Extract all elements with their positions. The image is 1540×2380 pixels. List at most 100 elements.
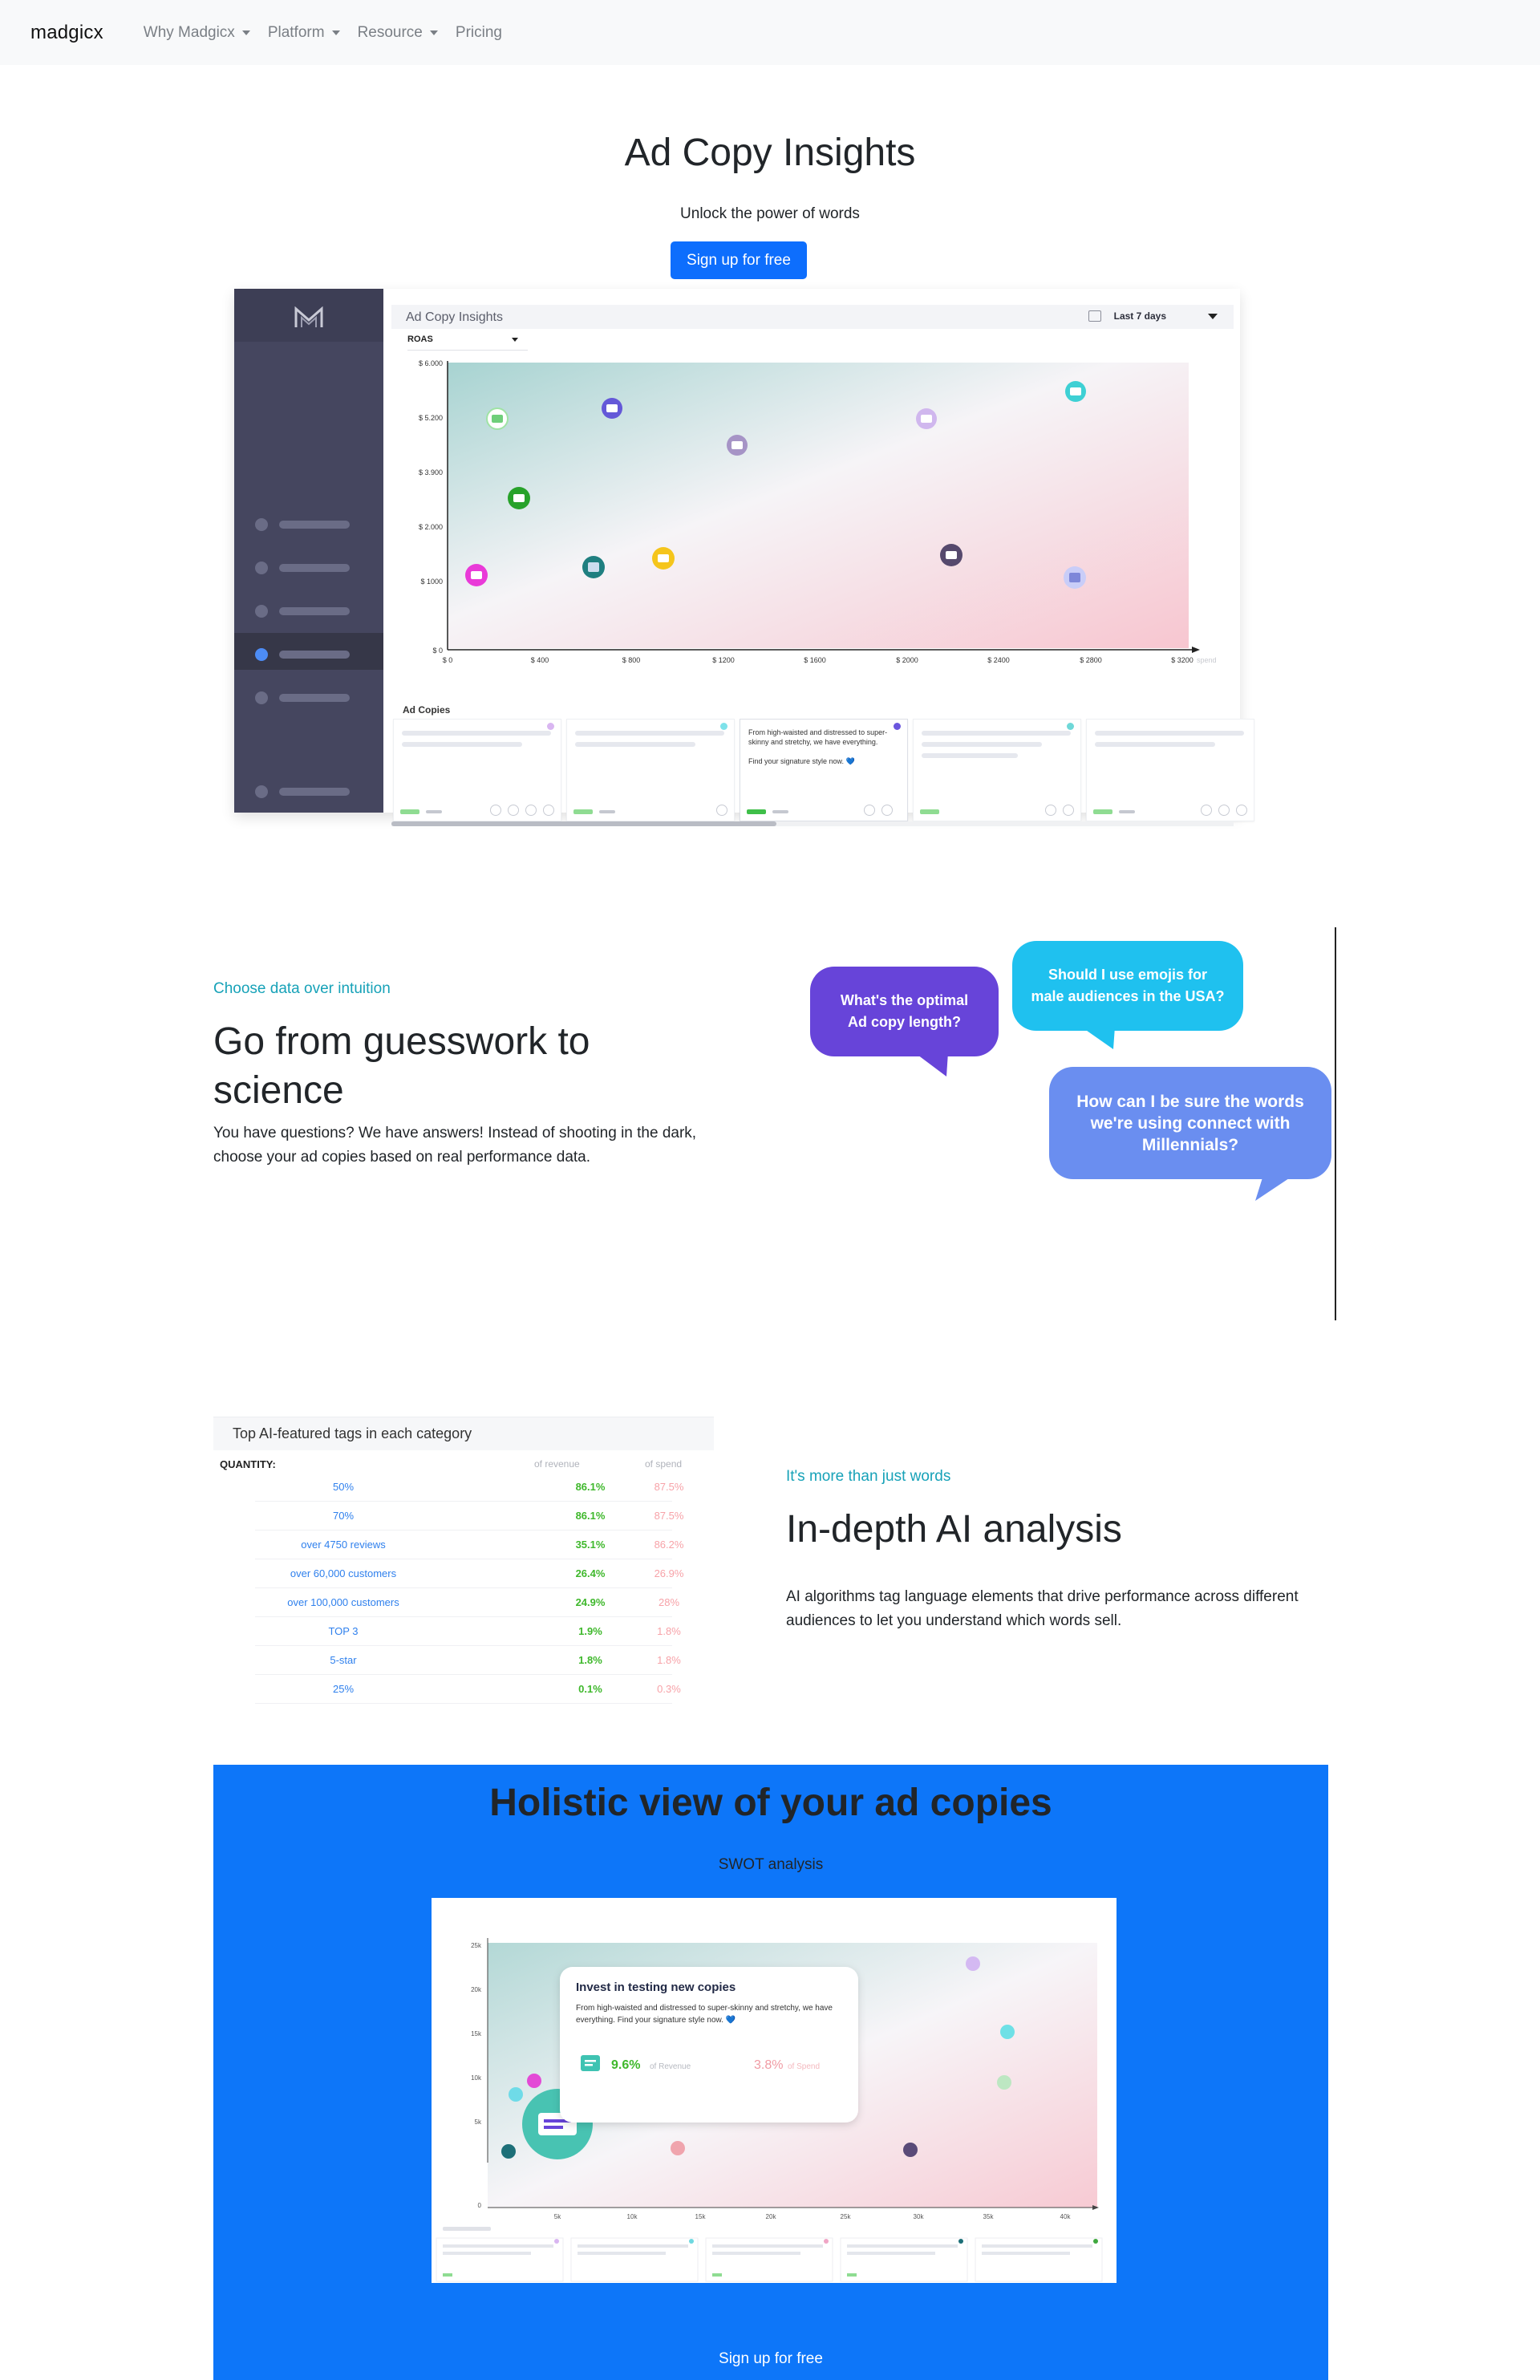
nav-platform[interactable]: Platform bbox=[268, 24, 340, 42]
date-range-select[interactable]: Last 7 days bbox=[1088, 310, 1218, 322]
bubble-tail-icon bbox=[914, 1052, 948, 1076]
ad-copy-marker[interactable] bbox=[509, 2087, 523, 2102]
ad-copy-marker[interactable] bbox=[602, 398, 622, 419]
nav-why-madgicx[interactable]: Why Madgicx bbox=[144, 24, 250, 42]
tag-cell[interactable]: over 4750 reviews bbox=[255, 1539, 432, 1551]
ad-copy-marker[interactable] bbox=[671, 2141, 685, 2155]
sidebar-item[interactable] bbox=[255, 785, 350, 798]
revenue-cell: 86.1% bbox=[575, 1481, 606, 1493]
hero-title: Ad Copy Insights bbox=[624, 132, 916, 174]
tag-cell[interactable]: 50% bbox=[255, 1481, 432, 1493]
question-bubble: Should I use emojis for male audiences i… bbox=[1012, 941, 1243, 1031]
x-tick: $ 0 bbox=[443, 656, 453, 664]
y-tick: $ 0 bbox=[432, 647, 443, 655]
ad-copy-marker[interactable] bbox=[1000, 2025, 1015, 2039]
x-tick: 5k bbox=[554, 2213, 561, 2220]
signup-button-bottom[interactable]: Sign up for free bbox=[213, 2350, 1328, 2368]
insight-revenue-value: 9.6% bbox=[611, 2058, 640, 2072]
dashboard-screenshot: Ad Copy Insights Last 7 days ROAS $ 6.00… bbox=[234, 289, 1254, 826]
ad-copy-card[interactable] bbox=[436, 2237, 564, 2282]
section-subtitle: SWOT analysis bbox=[718, 1856, 824, 1873]
swot-screenshot: 25k 20k 15k 10k 5k 0 5k 10k 15k 20k 25k … bbox=[432, 1898, 1116, 2283]
ad-copy-card[interactable] bbox=[566, 719, 735, 821]
sidebar-item[interactable] bbox=[255, 605, 350, 618]
x-tick: $ 400 bbox=[531, 656, 549, 664]
ad-copy-marker[interactable] bbox=[916, 408, 937, 429]
section-heading: In-depth AI analysis bbox=[786, 1508, 1122, 1551]
ad-copy-card[interactable] bbox=[975, 2237, 1103, 2282]
ad-copy-marker[interactable] bbox=[527, 2074, 541, 2088]
table-title: Top AI-featured tags in each category bbox=[233, 1425, 472, 1441]
nav-label: Why Madgicx bbox=[143, 23, 235, 41]
tag-cell[interactable]: over 100,000 customers bbox=[255, 1596, 432, 1608]
ad-copy-marker[interactable] bbox=[1064, 566, 1086, 589]
madgicx-logo-icon bbox=[294, 306, 323, 327]
ad-copy-marker[interactable] bbox=[652, 547, 675, 570]
ad-copy-marker[interactable] bbox=[966, 1956, 980, 1971]
ad-copy-card[interactable] bbox=[913, 719, 1081, 821]
roas-scatter-plot: $ 6.000 $ 5.200 $ 3.900 $ 2.000 $ 1000 $… bbox=[419, 359, 1217, 664]
y-tick: 5k bbox=[475, 2118, 482, 2126]
signup-button[interactable]: Sign up for free bbox=[671, 241, 807, 279]
tag-cell[interactable]: over 60,000 customers bbox=[255, 1567, 432, 1579]
nav-resource[interactable]: Resource bbox=[358, 24, 438, 42]
ad-copy-marker[interactable] bbox=[501, 2144, 516, 2159]
insight-card-title: Invest in testing new copies bbox=[576, 1981, 736, 1994]
y-tick: 10k bbox=[471, 2074, 482, 2082]
y-tick: $ 2.000 bbox=[419, 523, 443, 531]
nav-pricing[interactable]: Pricing bbox=[456, 24, 502, 42]
tag-cell[interactable]: 25% bbox=[255, 1683, 432, 1695]
ad-copy-card[interactable] bbox=[705, 2237, 833, 2282]
x-tick: 30k bbox=[914, 2213, 925, 2220]
section-body: You have questions? We have answers! Ins… bbox=[213, 1125, 697, 1166]
table-row: 25% 0.1% 0.3% bbox=[255, 1675, 681, 1704]
table-row: 5-star 1.8% 1.8% bbox=[255, 1646, 681, 1675]
ad-copy-marker[interactable] bbox=[508, 487, 530, 509]
metric-select[interactable]: ROAS bbox=[407, 334, 528, 351]
ad-copy-card[interactable] bbox=[1086, 719, 1254, 821]
tag-cell[interactable]: 70% bbox=[255, 1510, 432, 1522]
x-tick: 40k bbox=[1060, 2213, 1072, 2220]
x-tick: 35k bbox=[983, 2213, 995, 2220]
tag-cell[interactable]: 5-star bbox=[255, 1654, 432, 1666]
section-body: AI algorithms tag language elements that… bbox=[786, 1588, 1299, 1629]
ad-copy-marker[interactable] bbox=[940, 544, 962, 566]
question-bubble: What's the optimal Ad copy length? bbox=[810, 967, 999, 1056]
table-row: 50% 86.1% 87.5% bbox=[255, 1473, 683, 1502]
ad-copy-marker[interactable] bbox=[582, 556, 605, 578]
cards-scrollbar-thumb[interactable] bbox=[391, 821, 776, 826]
brand-logo[interactable]: madgicx bbox=[30, 22, 103, 44]
x-tick: 25k bbox=[841, 2213, 852, 2220]
ad-copy-marker[interactable] bbox=[903, 2143, 918, 2157]
vertical-divider bbox=[1335, 927, 1336, 1320]
spend-cell: 1.8% bbox=[657, 1625, 681, 1637]
revenue-cell: 26.4% bbox=[575, 1567, 606, 1579]
tag-cell[interactable]: TOP 3 bbox=[255, 1625, 432, 1637]
insight-card-text: From high-waisted and distressed to supe… bbox=[576, 2004, 833, 2025]
ad-copy-card[interactable] bbox=[840, 2237, 968, 2282]
spend-cell: 28% bbox=[658, 1596, 680, 1608]
section-eyebrow: It's more than just words bbox=[786, 1468, 951, 1485]
chevron-down-icon bbox=[429, 30, 438, 35]
ad-copy-marker[interactable] bbox=[1065, 381, 1086, 402]
swot-ad-copy-cards bbox=[436, 2237, 1103, 2282]
ad-copy-card[interactable] bbox=[393, 719, 561, 821]
ad-copy-card[interactable] bbox=[570, 2237, 699, 2282]
ad-copy-marker[interactable] bbox=[997, 2075, 1011, 2090]
table-row: over 100,000 customers 24.9% 28% bbox=[255, 1588, 679, 1617]
hero-subtitle: Unlock the power of words bbox=[680, 205, 860, 222]
sidebar-item[interactable] bbox=[255, 562, 350, 574]
column-header-spend: of spend bbox=[645, 1458, 683, 1470]
revenue-cell: 24.9% bbox=[575, 1596, 606, 1608]
date-range-label: Last 7 days bbox=[1113, 310, 1166, 322]
ad-copy-marker[interactable] bbox=[465, 564, 488, 586]
sidebar-item[interactable] bbox=[255, 518, 350, 531]
plot-background bbox=[448, 363, 1189, 648]
ad-copy-card-featured[interactable]: From high-waisted and distressed to supe… bbox=[740, 719, 908, 821]
sidebar-item[interactable] bbox=[255, 691, 350, 704]
ad-copy-marker[interactable] bbox=[727, 435, 748, 456]
x-tick: 15k bbox=[695, 2213, 707, 2220]
dashboard-title: Ad Copy Insights bbox=[406, 310, 503, 324]
sidebar-item-active[interactable] bbox=[255, 648, 350, 661]
ad-copy-marker[interactable] bbox=[486, 407, 509, 430]
